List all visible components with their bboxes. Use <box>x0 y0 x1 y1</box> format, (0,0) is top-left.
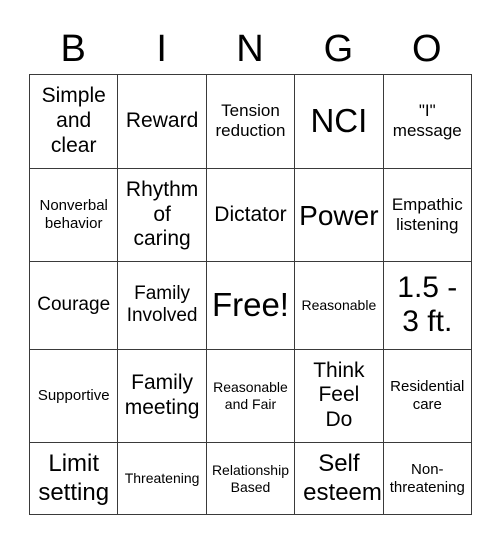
bingo-cell[interactable]: Family Involved <box>117 261 207 350</box>
header-letter-b: B <box>60 28 86 70</box>
board-row: Courage Family Involved Free! Reasonable… <box>28 261 473 350</box>
board-row: Simple and clear Reward Tension reductio… <box>28 74 473 169</box>
bingo-cell[interactable]: Self esteem <box>294 442 384 515</box>
bingo-cell[interactable]: Power <box>294 167 384 263</box>
bingo-cell[interactable]: Simple and clear <box>28 74 119 169</box>
bingo-header: B I N G O <box>29 24 471 74</box>
bingo-cell[interactable]: Reward <box>117 74 207 169</box>
bingo-cell[interactable]: Non-threatening <box>382 442 473 515</box>
bingo-cell[interactable]: 1.5 - 3 ft. <box>382 261 473 350</box>
bingo-cell[interactable]: Courage <box>28 261 119 350</box>
bingo-cell[interactable]: Nonverbal behavior <box>28 167 119 263</box>
header-letter-i: I <box>156 28 167 70</box>
bingo-cell[interactable]: Supportive <box>28 348 119 444</box>
bingo-cell[interactable]: Empathic listening <box>382 167 473 263</box>
bingo-cell[interactable]: Tension reduction <box>205 74 296 169</box>
bingo-cell[interactable]: NCI <box>294 74 384 169</box>
bingo-cell[interactable]: Limit setting <box>28 442 119 515</box>
bingo-cell[interactable]: Rhythm of caring <box>117 167 207 263</box>
bingo-cell[interactable]: Residential care <box>382 348 473 444</box>
bingo-board: Simple and clear Reward Tension reductio… <box>28 74 473 515</box>
bingo-cell[interactable]: Family meeting <box>117 348 207 444</box>
board-row: Nonverbal behavior Rhythm of caring Dict… <box>28 167 473 263</box>
board-row: Limit setting Threatening Relationship B… <box>28 442 473 515</box>
header-letter-o: O <box>412 28 442 70</box>
bingo-cell[interactable]: Dictator <box>205 167 296 263</box>
bingo-cell free-space[interactable]: Free! <box>205 261 296 350</box>
header-letter-n: N <box>236 28 264 70</box>
header-letter-g: G <box>323 28 354 70</box>
board-row: Supportive Family meeting Reasonable and… <box>28 348 473 444</box>
bingo-cell[interactable]: Relationship Based <box>205 442 296 515</box>
bingo-cell[interactable]: Think Feel Do <box>294 348 384 444</box>
bingo-cell[interactable]: Reasonable <box>294 261 384 350</box>
bingo-cell[interactable]: Reasonable and Fair <box>205 348 296 444</box>
bingo-cell[interactable]: "I" message <box>382 74 473 169</box>
bingo-cell[interactable]: Threatening <box>117 442 207 515</box>
